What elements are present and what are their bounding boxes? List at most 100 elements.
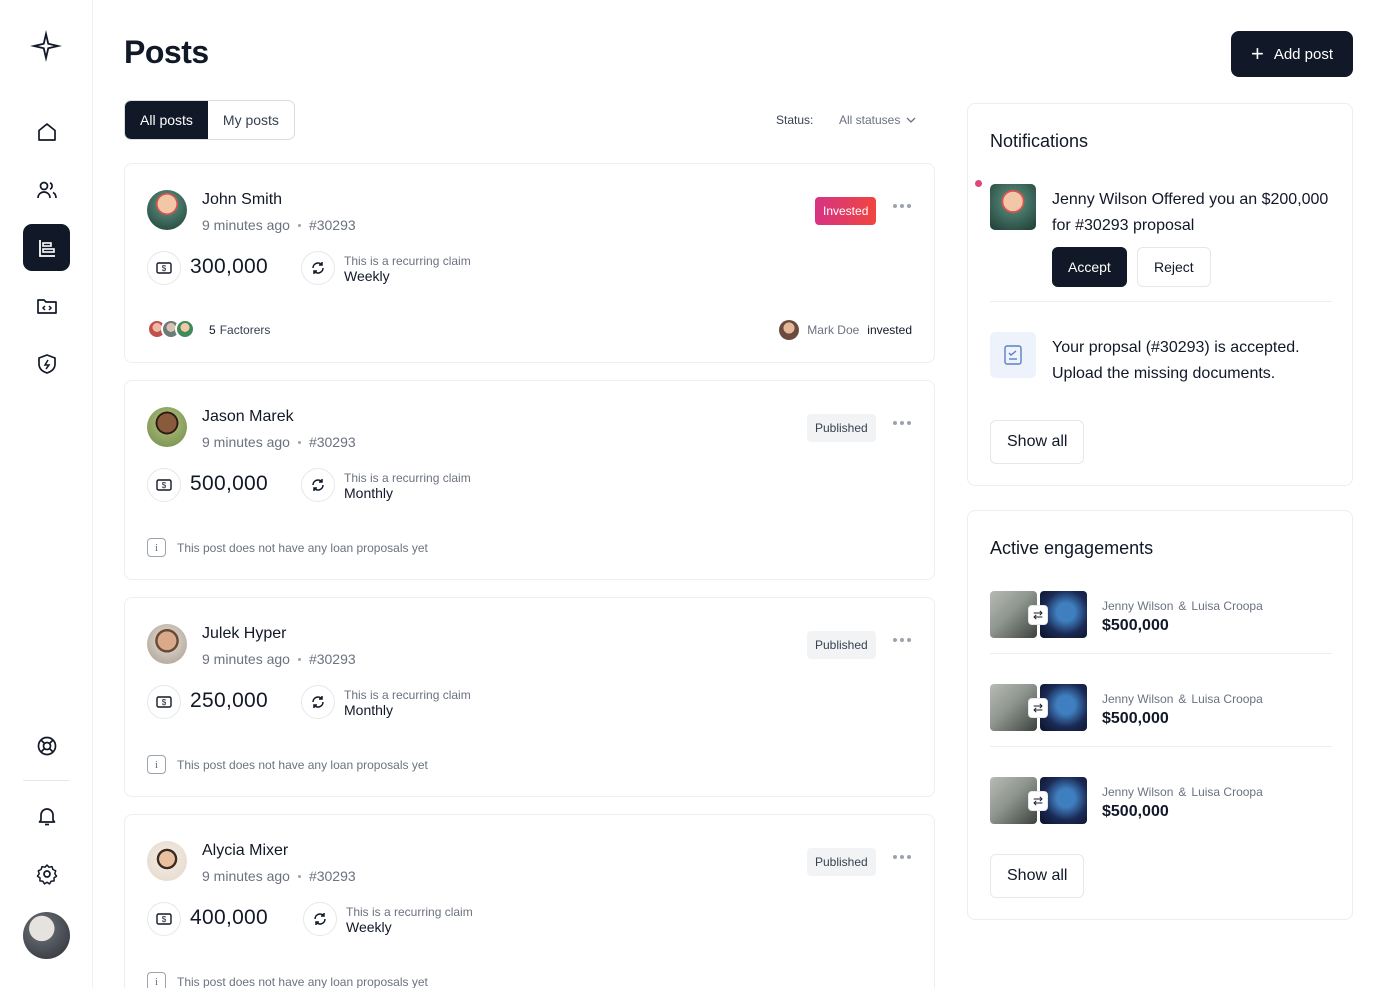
status-badge: Published — [807, 631, 876, 659]
engagements-panel: Active engagements ⇄ Jenny Wilson & Luisa … — [967, 510, 1353, 920]
more-options-icon[interactable] — [893, 855, 911, 859]
post-meta: 9 minutes ago #30293 — [202, 217, 356, 233]
nav-posts[interactable] — [23, 224, 70, 271]
notifications-panel: Notifications Jenny Wilson Offered you a… — [967, 103, 1353, 486]
avatar — [147, 624, 187, 664]
post-author: John Smith — [202, 191, 283, 208]
post-card[interactable]: John Smith 9 minutes ago #30293 Invested… — [124, 163, 935, 363]
status-filter-select[interactable]: All statuses — [839, 113, 916, 127]
ampersand: & — [1178, 599, 1187, 613]
shield-icon — [37, 353, 56, 374]
add-post-label: Add post — [1273, 45, 1334, 63]
engagement-amount: $500,000 — [1102, 617, 1169, 634]
no-proposals-text: This post does not have any loan proposa… — [177, 974, 428, 988]
status-filter-value: All statuses — [839, 113, 901, 127]
recurring-label: This is a recurring claim — [344, 688, 471, 702]
no-proposals-text: This post does not have any loan proposa… — [177, 757, 428, 772]
post-id: #30293 — [308, 651, 356, 667]
post-card[interactable]: Jason Marek 9 minutes ago #30293 Publish… — [124, 380, 935, 580]
nav-notifications[interactable] — [23, 792, 70, 839]
show-all-notifications-button[interactable]: Show all — [990, 420, 1085, 464]
svg-text:$: $ — [162, 481, 167, 490]
show-all-engagements-button[interactable]: Show all — [990, 854, 1085, 898]
separator-dot — [297, 223, 301, 227]
nav-home[interactable] — [23, 108, 70, 155]
sidebar — [0, 0, 93, 988]
post-id: #30293 — [308, 434, 356, 450]
investor-name: Mark Doe — [807, 323, 860, 337]
support-icon — [37, 736, 56, 755]
posts-icon — [38, 239, 55, 257]
ampersand: & — [1178, 692, 1187, 706]
notification-offer-text: Jenny Wilson Offered you an $200,000 for… — [1052, 191, 1329, 234]
svg-text:$: $ — [162, 915, 167, 924]
more-options-icon[interactable] — [893, 638, 911, 642]
separator-dot — [297, 657, 301, 661]
status-badge: Published — [807, 414, 876, 442]
nav-code-folder[interactable] — [23, 282, 70, 329]
tab-all-posts[interactable]: All posts — [125, 101, 208, 139]
recurring-icon — [303, 902, 337, 936]
nav-security[interactable] — [23, 340, 70, 387]
info-icon: i — [147, 538, 166, 557]
factorers-count[interactable]: 5 Factorers — [209, 323, 270, 337]
divider — [990, 653, 1332, 654]
user-avatar[interactable] — [23, 912, 70, 959]
swap-icon: ⇄ — [1028, 791, 1048, 811]
post-time: 9 minutes ago — [202, 868, 290, 884]
svg-text:$: $ — [162, 698, 167, 707]
no-proposals-text: This post does not have any loan proposa… — [177, 540, 428, 555]
avatar — [990, 184, 1036, 230]
plus-icon: + — [1250, 41, 1264, 66]
post-author: Alycia Mixer — [202, 842, 289, 859]
recurring-frequency: Weekly — [344, 268, 390, 284]
no-proposals-note: i This post does not have any loan propo… — [147, 972, 428, 988]
engagements-title: Active engagements — [990, 538, 1154, 558]
accept-button[interactable]: Accept — [1052, 247, 1127, 287]
recurring-icon — [301, 251, 335, 285]
post-card[interactable]: Julek Hyper 9 minutes ago #30293 Publish… — [124, 597, 935, 797]
ampersand: & — [1178, 785, 1187, 799]
separator-dot — [297, 874, 301, 878]
party-b: Luisa Croopa — [1191, 599, 1263, 613]
engagement-avatars[interactable]: ⇄ — [990, 777, 1088, 824]
info-icon: i — [147, 755, 166, 774]
nav-users[interactable] — [23, 166, 70, 213]
nav-settings[interactable] — [23, 850, 70, 897]
investor-avatar — [779, 320, 800, 340]
svg-text:$: $ — [162, 264, 167, 273]
factorers-label: Factorers — [219, 323, 271, 337]
notifications-title: Notifications — [990, 131, 1089, 151]
engagement-avatars[interactable]: ⇄ — [990, 591, 1088, 638]
more-options-icon[interactable] — [893, 204, 911, 208]
post-card[interactable]: Alycia Mixer 9 minutes ago #30293 Publis… — [124, 814, 935, 988]
recurring-label: This is a recurring claim — [344, 254, 471, 268]
recurring-frequency: Weekly — [346, 919, 392, 935]
post-id: #30293 — [308, 217, 356, 233]
party-a: Jenny Wilson — [1102, 599, 1174, 613]
post-time: 9 minutes ago — [202, 651, 290, 667]
chevron-down-icon — [906, 117, 916, 123]
dollar-icon: $ — [147, 902, 181, 936]
engagement-parties: Jenny Wilson & Luisa Croopa — [1102, 692, 1263, 706]
post-time: 9 minutes ago — [202, 434, 290, 450]
reject-button[interactable]: Reject — [1137, 247, 1211, 287]
document-check-icon — [990, 332, 1036, 378]
post-amount: 400,000 — [190, 906, 269, 929]
post-time: 9 minutes ago — [202, 217, 290, 233]
add-post-button[interactable]: + Add post — [1231, 31, 1353, 77]
post-meta: 9 minutes ago #30293 — [202, 651, 356, 667]
folder-code-icon — [36, 298, 57, 314]
tab-my-posts[interactable]: My posts — [208, 101, 294, 139]
logo-icon[interactable] — [28, 28, 64, 64]
status-badge: Published — [807, 848, 876, 876]
nav-support[interactable] — [23, 722, 70, 769]
engagement-avatars[interactable]: ⇄ — [990, 684, 1088, 731]
avatar — [147, 407, 187, 447]
recurring-label: This is a recurring claim — [346, 905, 473, 919]
post-meta: 9 minutes ago #30293 — [202, 434, 356, 450]
posts-tabs: All posts My posts — [124, 100, 295, 140]
more-options-icon[interactable] — [893, 421, 911, 425]
separator-dot — [297, 440, 301, 444]
unread-dot — [975, 180, 982, 187]
